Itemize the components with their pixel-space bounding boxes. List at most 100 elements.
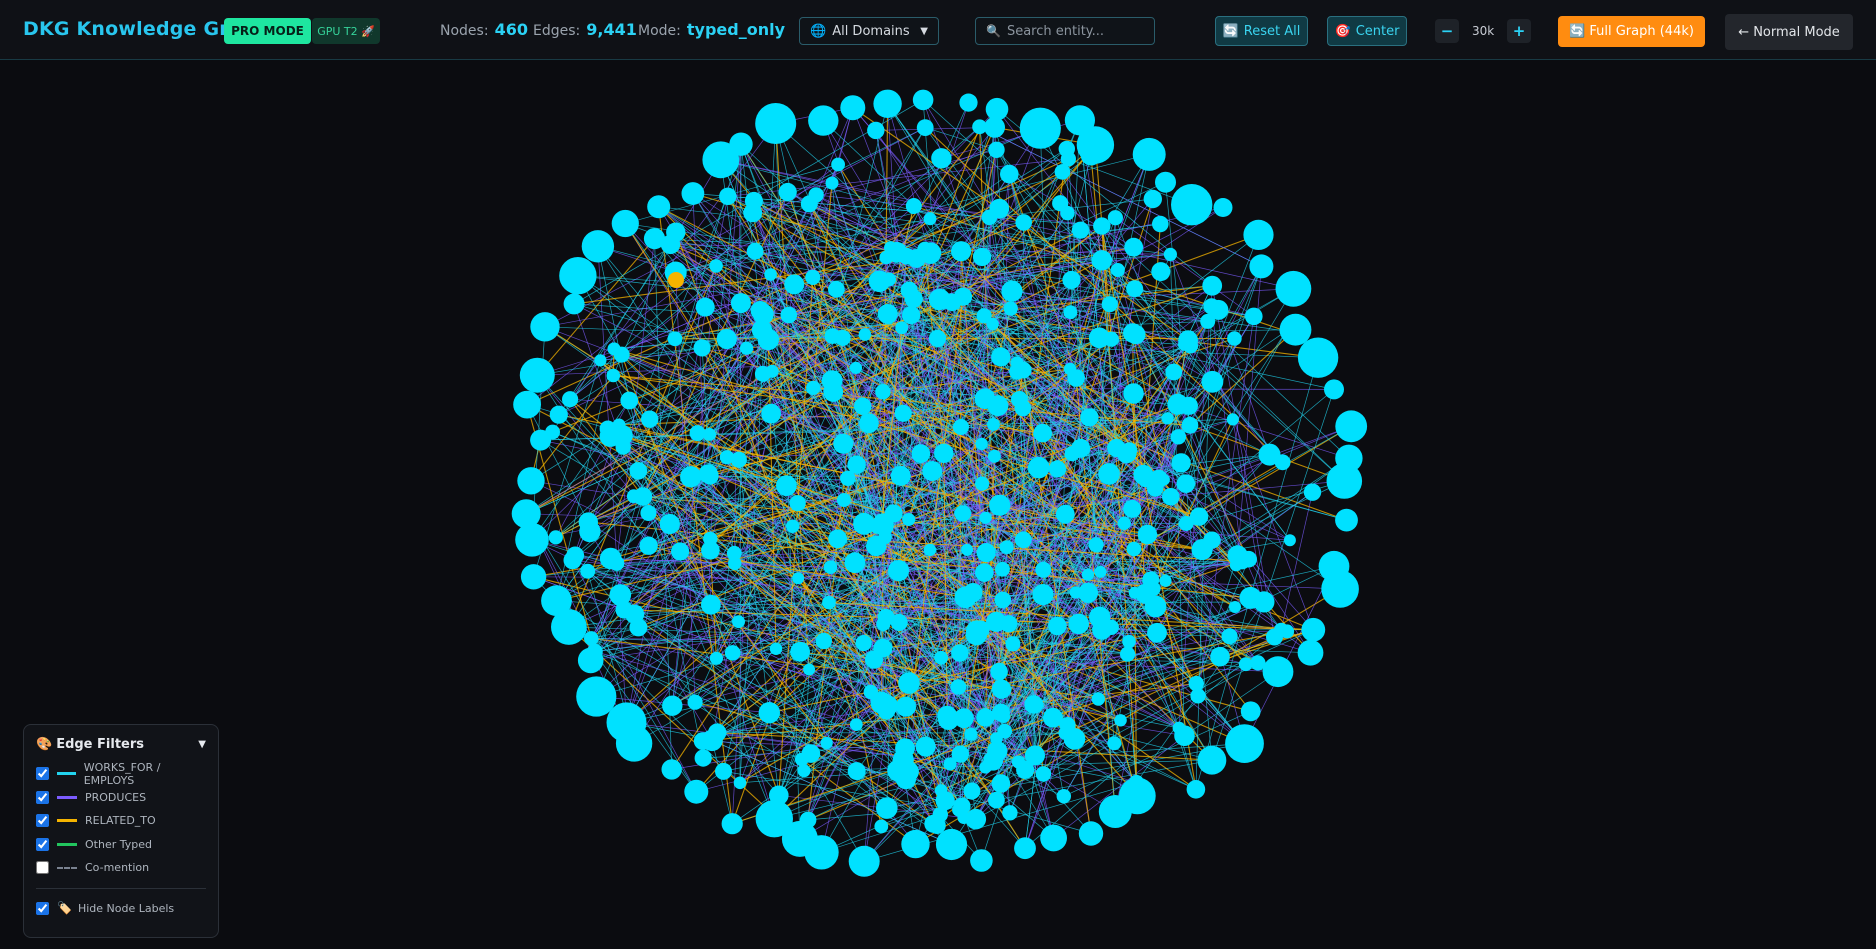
graph-node[interactable] xyxy=(789,495,806,512)
graph-node[interactable] xyxy=(1040,824,1067,852)
graph-node[interactable] xyxy=(1078,582,1099,603)
graph-node[interactable] xyxy=(1014,837,1036,860)
graph-node[interactable] xyxy=(757,328,779,351)
graph-node[interactable] xyxy=(611,424,633,447)
graph-node[interactable] xyxy=(867,121,885,140)
graph-node[interactable] xyxy=(687,694,703,710)
edge-filter-checkbox[interactable] xyxy=(36,814,49,828)
graph-node[interactable] xyxy=(1081,568,1094,581)
graph-node[interactable] xyxy=(828,529,848,549)
graph-node[interactable] xyxy=(1245,307,1263,326)
graph-node[interactable] xyxy=(1221,628,1238,645)
graph-node[interactable] xyxy=(803,663,816,676)
graph-node[interactable] xyxy=(694,749,712,767)
graph-node[interactable] xyxy=(1032,584,1054,606)
graph-node[interactable] xyxy=(890,465,911,486)
graph-node[interactable] xyxy=(840,470,856,486)
graph-node[interactable] xyxy=(877,304,898,324)
graph-node[interactable] xyxy=(1137,470,1155,488)
graph-node[interactable] xyxy=(833,433,854,454)
graph-node[interactable] xyxy=(1137,524,1158,545)
graph-node[interactable] xyxy=(733,776,747,790)
graph-node[interactable] xyxy=(689,425,706,442)
graph-node[interactable] xyxy=(580,563,596,579)
graph-node[interactable] xyxy=(584,631,599,646)
graph-node[interactable] xyxy=(1060,151,1076,167)
graph-node[interactable] xyxy=(902,306,921,325)
graph-node[interactable] xyxy=(1155,171,1176,193)
graph-node[interactable] xyxy=(1181,416,1199,434)
graph-node[interactable] xyxy=(1060,205,1075,221)
graph-node[interactable] xyxy=(1128,586,1141,599)
graph-node[interactable] xyxy=(1335,444,1363,472)
graph-node[interactable] xyxy=(1321,570,1359,608)
graph-node[interactable] xyxy=(620,391,639,410)
graph-node[interactable] xyxy=(1238,657,1253,672)
graph-node[interactable] xyxy=(1116,443,1137,464)
graph-node[interactable] xyxy=(1303,483,1322,501)
graph-node[interactable] xyxy=(740,341,754,355)
graph-node[interactable] xyxy=(1225,724,1264,763)
graph-node[interactable] xyxy=(912,89,934,111)
graph-node[interactable] xyxy=(874,819,889,834)
graph-node[interactable] xyxy=(680,466,702,488)
graph-node[interactable] xyxy=(513,390,541,419)
graph-node[interactable] xyxy=(849,361,863,374)
graph-node[interactable] xyxy=(1163,247,1177,261)
graph-node[interactable] xyxy=(776,475,797,496)
graph-node[interactable] xyxy=(1171,453,1191,473)
graph-node[interactable] xyxy=(840,95,866,121)
graph-node[interactable] xyxy=(563,551,582,570)
graph-node[interactable] xyxy=(1001,280,1023,302)
graph-node[interactable] xyxy=(579,520,601,543)
graph-node[interactable] xyxy=(1335,508,1358,532)
graph-node[interactable] xyxy=(1239,586,1262,609)
graph-node[interactable] xyxy=(545,424,560,440)
graph-node[interactable] xyxy=(790,641,810,662)
graph-node[interactable] xyxy=(703,427,716,441)
graph-node[interactable] xyxy=(959,93,978,112)
graph-node[interactable] xyxy=(979,511,992,524)
graph-node[interactable] xyxy=(633,487,653,506)
graph-node[interactable] xyxy=(750,301,770,321)
graph-node[interactable] xyxy=(729,132,753,156)
graph-node[interactable] xyxy=(1229,558,1243,572)
graph-node[interactable] xyxy=(755,800,793,838)
graph-node[interactable] xyxy=(520,564,547,590)
graph-node[interactable] xyxy=(991,679,1012,699)
graph-node[interactable] xyxy=(1033,423,1052,443)
highlighted-graph-node[interactable] xyxy=(668,272,684,288)
graph-node[interactable] xyxy=(1227,331,1242,346)
graph-node[interactable] xyxy=(886,241,908,263)
graph-node[interactable] xyxy=(988,141,1005,158)
graph-node[interactable] xyxy=(985,97,1009,121)
graph-node[interactable] xyxy=(1002,805,1018,821)
graph-node[interactable] xyxy=(999,540,1014,555)
graph-node[interactable] xyxy=(1147,622,1167,643)
graph-node[interactable] xyxy=(629,462,648,480)
graph-node[interactable] xyxy=(1197,745,1227,775)
graph-node[interactable] xyxy=(1094,565,1107,578)
graph-node[interactable] xyxy=(1170,429,1187,445)
graph-node[interactable] xyxy=(1188,675,1205,692)
graph-node[interactable] xyxy=(730,451,747,468)
graph-node[interactable] xyxy=(715,762,732,780)
graph-node[interactable] xyxy=(1151,262,1171,282)
graph-node[interactable] xyxy=(1243,219,1274,250)
graph-node[interactable] xyxy=(994,591,1012,609)
graph-node[interactable] xyxy=(721,813,743,835)
graph-node[interactable] xyxy=(609,555,625,571)
graph-node[interactable] xyxy=(1161,412,1174,425)
graph-node[interactable] xyxy=(1226,413,1239,426)
graph-node[interactable] xyxy=(511,499,541,529)
graph-node[interactable] xyxy=(724,645,741,661)
graph-node[interactable] xyxy=(894,404,912,422)
graph-node[interactable] xyxy=(989,494,1011,516)
graph-node[interactable] xyxy=(709,651,724,665)
graph-node[interactable] xyxy=(780,306,798,324)
graph-node[interactable] xyxy=(900,281,918,299)
graph-node[interactable] xyxy=(1067,369,1085,387)
edge-filter-checkbox[interactable] xyxy=(36,790,49,804)
graph-node[interactable] xyxy=(1152,215,1169,233)
graph-node[interactable] xyxy=(761,403,781,424)
